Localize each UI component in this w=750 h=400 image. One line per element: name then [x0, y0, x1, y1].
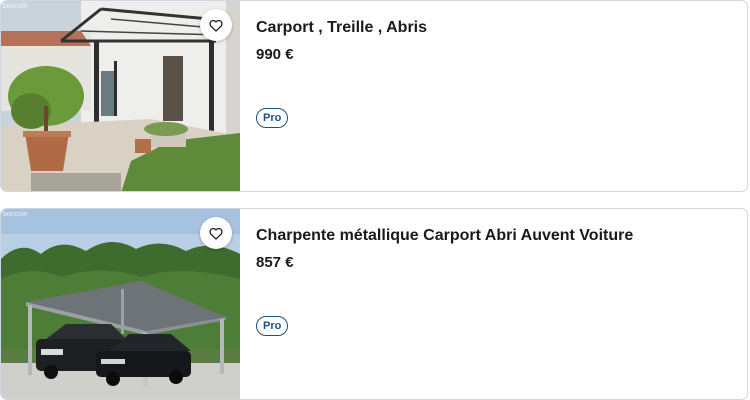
listing-title[interactable]: Charpente métallique Carport Abri Auvent… — [256, 226, 737, 246]
heart-outline-icon — [209, 227, 223, 240]
pro-badge: Pro — [256, 108, 289, 128]
listing-price: 857 € — [256, 254, 294, 271]
listing-price: 990 € — [256, 46, 294, 63]
listing-card[interactable]: boncoin Charpente métallique Carport Abr… — [0, 208, 748, 400]
image-watermark: boncoin — [3, 3, 28, 10]
heart-outline-icon — [209, 19, 223, 32]
favorite-button[interactable] — [200, 9, 232, 41]
pro-badge: Pro — [256, 316, 289, 336]
listing-info: Carport , Treille , Abris 990 € — [256, 18, 737, 65]
listing-card[interactable]: boncoin Carport , Treille , Abris 990 € … — [0, 0, 748, 192]
favorite-button[interactable] — [200, 217, 232, 249]
listing-info: Charpente métallique Carport Abri Auvent… — [256, 226, 737, 273]
listing-title[interactable]: Carport , Treille , Abris — [256, 18, 737, 38]
image-watermark: boncoin — [3, 211, 28, 218]
